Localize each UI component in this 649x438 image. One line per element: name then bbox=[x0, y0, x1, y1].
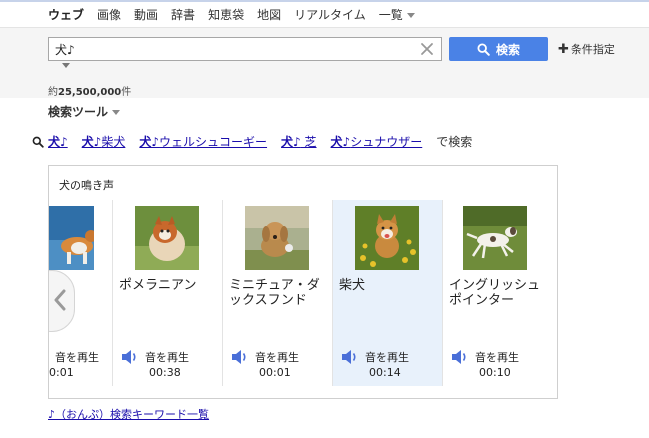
suggest-dropdown-icon[interactable] bbox=[62, 63, 70, 68]
speaker-icon bbox=[48, 349, 49, 365]
sound-item[interactable]: ポメラニアン 音を再生 00:38 bbox=[113, 200, 222, 386]
sound-duration: 00:38 bbox=[149, 366, 181, 379]
tab-dictionary[interactable]: 辞書 bbox=[171, 6, 195, 26]
tab-images[interactable]: 画像 bbox=[97, 6, 121, 26]
related-searches: 犬♪ 犬♪柴犬 犬♪ウェルシュコーギー 犬♪ 芝 犬♪シュナウザー で検索 bbox=[32, 133, 472, 150]
sound-item[interactable]: イングリッシュポインター 音を再生 00:10 bbox=[443, 200, 552, 386]
plus-icon: ✚ bbox=[558, 42, 569, 57]
dog-breed-name: ポメラニアン bbox=[119, 278, 197, 293]
card-title: 犬の鳴き声 bbox=[59, 179, 114, 192]
play-sound-button[interactable]: 音を再生 bbox=[451, 349, 519, 365]
search-box bbox=[48, 37, 442, 61]
chevron-down-icon bbox=[112, 110, 121, 115]
result-count-suffix: 件 bbox=[121, 87, 132, 98]
dog-thumbnail bbox=[463, 206, 527, 270]
dog-thumbnail bbox=[355, 206, 419, 270]
result-count: 約25,500,000件 bbox=[48, 83, 131, 98]
sound-item[interactable]: 柴犬 音を再生 00:14 bbox=[333, 200, 442, 386]
dog-thumbnail bbox=[245, 206, 309, 270]
related-link-rest: シュナウザー bbox=[350, 135, 423, 149]
result-count-prefix: 約 bbox=[48, 87, 58, 98]
related-suffix: で検索 bbox=[436, 135, 473, 149]
related-link-bold: 犬♪ bbox=[48, 135, 68, 149]
search-icon bbox=[32, 136, 44, 148]
tab-map[interactable]: 地図 bbox=[257, 6, 281, 26]
related-link[interactable]: 犬♪柴犬 bbox=[82, 133, 126, 150]
play-sound-button[interactable]: 音を再生 bbox=[48, 349, 99, 365]
advanced-conditions-link[interactable]: ✚ 条件指定 bbox=[558, 41, 615, 57]
sound-duration: 00:14 bbox=[369, 366, 401, 379]
sound-duration: 0:01 bbox=[49, 366, 74, 379]
search-button[interactable]: 検索 bbox=[449, 37, 548, 61]
tab-more-label: 一覧 bbox=[378, 8, 403, 22]
related-link-bold: 犬♪ bbox=[330, 135, 351, 149]
related-link-rest: 芝 bbox=[300, 135, 317, 149]
play-label: 音を再生 bbox=[475, 351, 519, 364]
play-label: 音を再生 bbox=[55, 351, 99, 364]
dog-breed-name: 柴犬 bbox=[339, 278, 366, 293]
speaker-icon bbox=[342, 350, 356, 364]
related-link[interactable]: 犬♪ウェルシュコーギー bbox=[139, 133, 267, 150]
speaker-icon bbox=[232, 350, 246, 364]
chevron-down-icon bbox=[406, 13, 415, 18]
play-label: 音を再生 bbox=[365, 351, 409, 364]
speaker-icon bbox=[122, 350, 136, 364]
related-link[interactable]: 犬♪ bbox=[48, 133, 68, 150]
play-label: 音を再生 bbox=[145, 351, 189, 364]
tab-video[interactable]: 動画 bbox=[134, 6, 158, 26]
speaker-icon bbox=[452, 350, 466, 364]
dog-thumbnail bbox=[135, 206, 199, 270]
clear-icon[interactable] bbox=[419, 41, 435, 57]
search-tools-toggle[interactable]: 検索ツール bbox=[48, 103, 121, 120]
play-sound-button[interactable]: 音を再生 bbox=[341, 349, 409, 365]
sound-duration: 00:10 bbox=[479, 366, 511, 379]
tab-chiebukuro[interactable]: 知恵袋 bbox=[208, 6, 244, 26]
dog-sounds-card: 犬の鳴き声 ワル 音を再生 0:01 bbox=[48, 165, 558, 399]
search-tools-label: 検索ツール bbox=[48, 105, 109, 119]
sound-item[interactable]: ミニチュア・ダックスフンド 音を再生 00:01 bbox=[223, 200, 332, 386]
dog-breed-name: ミニチュア・ダックスフンド bbox=[229, 278, 320, 308]
play-sound-button[interactable]: 音を再生 bbox=[231, 349, 299, 365]
related-link-bold: 犬♪ bbox=[81, 135, 102, 149]
related-link-bold: 犬♪ bbox=[281, 135, 301, 149]
play-sound-button[interactable]: 音を再生 bbox=[121, 349, 189, 365]
related-link-rest: ウェルシュコーギー bbox=[159, 135, 268, 149]
top-strip bbox=[0, 0, 649, 2]
dog-thumbnail bbox=[49, 206, 94, 270]
conditions-label: 条件指定 bbox=[570, 43, 615, 56]
chevron-left-icon bbox=[54, 289, 66, 311]
search-input[interactable] bbox=[55, 41, 405, 57]
music-note-keyword-list-link[interactable]: ♪（おんぷ）検索キーワード一覧 bbox=[48, 406, 209, 422]
related-link-rest: 柴犬 bbox=[101, 135, 126, 149]
sound-duration: 00:01 bbox=[259, 366, 291, 379]
dog-breed-name: イングリッシュポインター bbox=[449, 278, 541, 308]
tab-more[interactable]: 一覧 bbox=[379, 6, 415, 26]
related-link-bold: 犬♪ bbox=[139, 135, 160, 149]
result-count-number: 25,500,000 bbox=[58, 87, 122, 98]
related-link[interactable]: 犬♪シュナウザー bbox=[331, 133, 423, 150]
search-icon bbox=[477, 42, 490, 56]
search-button-label: 検索 bbox=[495, 42, 520, 57]
related-link[interactable]: 犬♪ 芝 bbox=[281, 133, 317, 150]
search-type-tabs: ウェブ 画像 動画 辞書 知恵袋 地図 リアルタイム 一覧 bbox=[48, 6, 428, 26]
tab-web[interactable]: ウェブ bbox=[48, 6, 84, 26]
tab-realtime[interactable]: リアルタイム bbox=[294, 6, 366, 26]
play-label: 音を再生 bbox=[255, 351, 299, 364]
